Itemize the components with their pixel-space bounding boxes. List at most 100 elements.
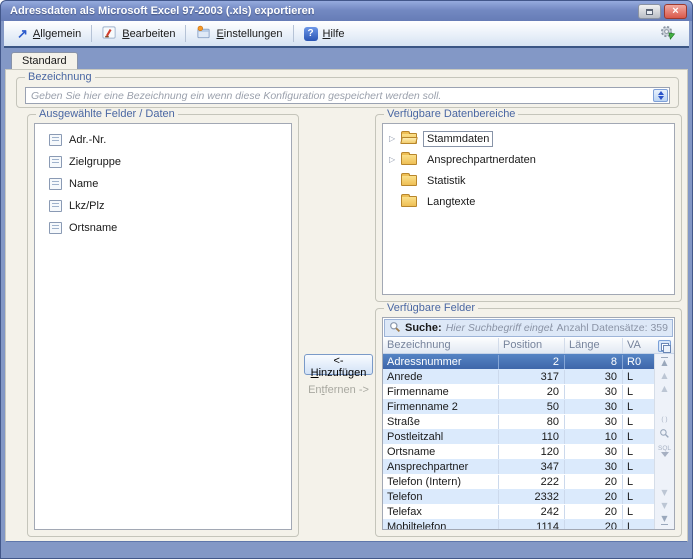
column-header-bezeichnung[interactable]: Bezeichnung — [383, 338, 499, 353]
toolbar-item-bearbeiten[interactable]: Bearbeiten — [95, 23, 182, 45]
table-row[interactable]: Postleitzahl 110 10 L — [383, 429, 654, 444]
expand-arrow-icon[interactable]: ▷ — [389, 155, 401, 164]
arrow-up-right-icon: ↗ — [17, 27, 28, 40]
cell-bezeichnung: Postleitzahl — [383, 430, 499, 444]
export-button[interactable] — [652, 22, 683, 46]
window-controls: × — [638, 4, 687, 19]
cell-position: 110 — [499, 430, 565, 444]
column-chooser-button[interactable] — [654, 340, 674, 352]
remove-button[interactable]: Entfernen -> — [302, 384, 375, 396]
cell-position: 80 — [499, 415, 565, 429]
list-item[interactable]: Ortsname — [35, 217, 291, 239]
tab-strip: Standard — [5, 48, 688, 69]
close-button[interactable]: × — [664, 4, 687, 19]
tree-item[interactable]: ▷ Stammdaten — [383, 128, 674, 149]
table-row[interactable]: Ortsname 120 30 L — [383, 444, 654, 459]
brackets-icon[interactable]: ( ) — [661, 417, 667, 424]
grid-search-icon[interactable] — [659, 428, 670, 441]
folder-icon — [401, 133, 417, 144]
toolbar-item-allgemein[interactable]: ↗ Allgemein — [10, 25, 88, 42]
row-up-icon[interactable]: ▲ — [661, 385, 667, 393]
scroll-to-bottom-icon[interactable]: ▼ — [661, 515, 667, 525]
cell-va: L — [623, 505, 654, 519]
page-down-icon[interactable]: ▼ — [661, 502, 667, 510]
toolbar-item-label: Bearbeiten — [122, 28, 175, 40]
list-item-label: Ortsname — [69, 222, 117, 234]
tree-item-label: Langtexte — [423, 194, 479, 210]
toolbar: ↗ Allgemein Bearbeiten Einstellungen ? H… — [4, 21, 689, 48]
folder-icon — [401, 154, 417, 165]
cell-bezeichnung: Firmenname 2 — [383, 400, 499, 414]
table-row[interactable]: Telefax 242 20 L — [383, 504, 654, 519]
cell-laenge: 20 — [565, 505, 623, 519]
cell-bezeichnung: Anrede — [383, 370, 499, 384]
tree-item-label: Ansprechpartnerdaten — [423, 152, 540, 168]
cell-va: R0 — [623, 355, 654, 369]
scroll-to-top-icon[interactable]: ▲ — [661, 357, 667, 367]
cell-va: L — [623, 430, 654, 444]
titlebar[interactable]: Adressdaten als Microsoft Excel 97-2003 … — [1, 1, 692, 21]
list-item[interactable]: Adr.-Nr. — [35, 129, 291, 151]
search-label: Suche: — [405, 322, 442, 334]
cell-va: L — [623, 385, 654, 399]
field-grid-icon — [49, 222, 62, 234]
cell-position: 120 — [499, 445, 565, 459]
page-up-icon[interactable]: ▲ — [661, 372, 667, 380]
data-areas-tree[interactable]: ▷ Stammdaten ▷ Ansprechpartnerdaten ▷ S — [382, 123, 675, 295]
list-item[interactable]: Name — [35, 173, 291, 195]
table-row[interactable]: Firmenname 2 50 30 L — [383, 399, 654, 414]
bezeichnung-combobox[interactable]: Geben Sie hier eine Bezeichnung ein wenn… — [25, 87, 670, 104]
selected-fields-list[interactable]: Adr.-Nr. Zielgruppe Name Lkz/Plz — [34, 123, 292, 530]
data-areas-group-label: Verfügbare Datenbereiche — [384, 108, 518, 121]
folder-icon — [401, 175, 417, 186]
chevron-up-icon — [658, 91, 664, 95]
field-grid-icon — [49, 134, 62, 146]
table-row[interactable]: Adressnummer 2 8 R0 — [383, 354, 654, 369]
table-row[interactable]: Mobiltelefon 1114 20 L — [383, 519, 654, 529]
table-row[interactable]: Firmenname 20 30 L — [383, 384, 654, 399]
tree-item[interactable]: ▷ Ansprechpartnerdaten — [383, 149, 674, 170]
table-row[interactable]: Telefon (Intern) 222 20 L — [383, 474, 654, 489]
bezeichnung-placeholder: Geben Sie hier eine Bezeichnung ein wenn… — [26, 90, 652, 102]
list-item-label: Zielgruppe — [69, 156, 121, 168]
filter-icon[interactable] — [661, 458, 669, 466]
add-button[interactable]: <- Hinzufügen — [304, 354, 373, 375]
table-row[interactable]: Straße 80 30 L — [383, 414, 654, 429]
bezeichnung-group: Bezeichnung Geben Sie hier eine Bezeichn… — [16, 77, 679, 108]
tree-item[interactable]: ▷ Statistik — [383, 170, 674, 191]
field-grid-icon — [49, 156, 62, 168]
list-item[interactable]: Zielgruppe — [35, 151, 291, 173]
cell-laenge: 20 — [565, 475, 623, 489]
grid-search-bar[interactable]: Suche: Hier Suchbegriff eingebe Anzahl D… — [384, 319, 673, 337]
table-row[interactable]: Anrede 317 30 L — [383, 369, 654, 384]
search-input[interactable]: Hier Suchbegriff eingebe — [446, 322, 553, 334]
maximize-button[interactable] — [638, 4, 661, 19]
tree-item[interactable]: ▷ Langtexte — [383, 191, 674, 212]
help-icon: ? — [304, 27, 318, 41]
tab-standard[interactable]: Standard — [11, 52, 78, 69]
cell-position: 2 — [499, 355, 565, 369]
cell-laenge: 30 — [565, 385, 623, 399]
table-row[interactable]: Telefon 2332 20 L — [383, 489, 654, 504]
column-header-va[interactable]: VA — [623, 338, 654, 353]
field-grid-icon — [49, 178, 62, 190]
cell-va: L — [623, 445, 654, 459]
cell-laenge: 30 — [565, 445, 623, 459]
column-chooser-icon — [658, 340, 671, 352]
table-row[interactable]: Ansprechpartner 347 30 L — [383, 459, 654, 474]
tree-item-label: Statistik — [423, 173, 470, 189]
cell-va: L — [623, 460, 654, 474]
grid-nav-strip: ▲ ▲ ▲ ( ) SQL ▼ — [654, 354, 674, 529]
export-gear-icon — [659, 24, 676, 44]
toolbar-item-hilfe[interactable]: ? Hilfe — [297, 25, 352, 43]
cell-bezeichnung: Adressnummer — [383, 355, 499, 369]
expand-arrow-icon[interactable]: ▷ — [389, 134, 401, 143]
list-item[interactable]: Lkz/Plz — [35, 195, 291, 217]
combo-dropdown-button[interactable] — [653, 89, 668, 102]
cell-laenge: 30 — [565, 370, 623, 384]
column-header-position[interactable]: Position — [499, 338, 565, 353]
toolbar-item-einstellungen[interactable]: Einstellungen — [189, 23, 289, 45]
row-down-icon[interactable]: ▼ — [661, 489, 667, 497]
column-header-laenge[interactable]: Länge — [565, 338, 623, 353]
available-fields-group-label: Verfügbare Felder — [384, 302, 478, 315]
